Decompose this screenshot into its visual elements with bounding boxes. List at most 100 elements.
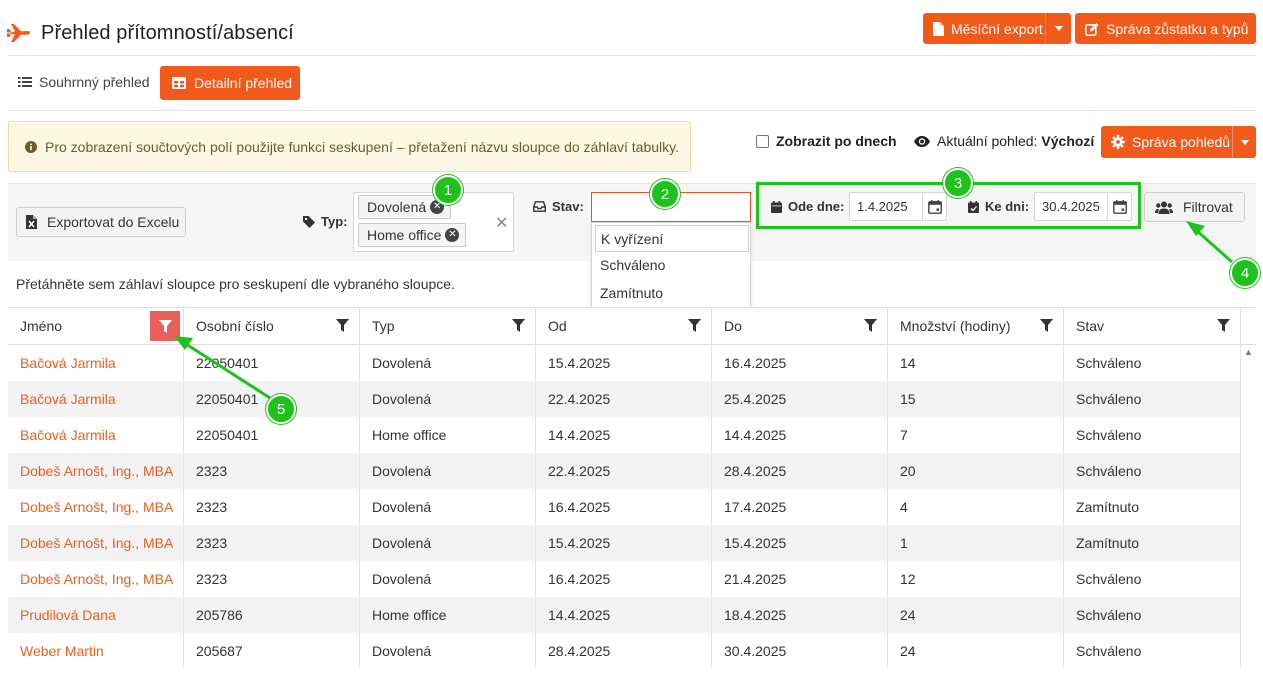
funnel-icon[interactable] (512, 319, 525, 335)
column-header-label: Typ (372, 318, 395, 334)
cell-personal-number: 2323 (184, 525, 360, 561)
type-multiselect[interactable]: Dovolená ✕ Home office ✕ (353, 192, 514, 252)
table-row[interactable]: Dobeš Arnošt, Ing., MBA 2323 Dovolená 15.4.… (8, 525, 1241, 561)
cell-type: Dovolená (360, 525, 536, 561)
scrollbar-up-arrow[interactable]: ▲ (1241, 345, 1256, 359)
calendar-icon (771, 200, 782, 213)
cell-from: 15.4.2025 (536, 525, 712, 561)
column-header-from[interactable]: Od (536, 308, 712, 344)
cell-from: 22.4.2025 (536, 381, 712, 417)
cell-hours: 1 (888, 525, 1064, 561)
remove-chip-icon[interactable]: ✕ (445, 228, 460, 242)
cell-to: 25.4.2025 (712, 381, 888, 417)
tab-summary[interactable]: Souhrnný přehled (18, 74, 150, 90)
table-row[interactable]: Dobeš Arnošt, Ing., MBA 2323 Dovolená 16.4.… (8, 489, 1241, 525)
inbox-icon (533, 201, 546, 212)
calendar-picker-icon[interactable] (922, 193, 946, 220)
column-header-label: Jméno (20, 318, 63, 334)
filter-button[interactable]: Filtrovat (1144, 192, 1245, 222)
annotation-badge-2: 2 (650, 179, 680, 209)
edit-icon (1085, 22, 1099, 36)
manage-views-button[interactable]: Správa pohledů (1101, 126, 1256, 158)
funnel-icon[interactable] (336, 319, 349, 335)
cell-hours: 20 (888, 453, 1064, 489)
info-message-text: Pro zobrazení součtových polí použijte f… (45, 138, 679, 155)
employee-name-link[interactable]: Dobeš Arnošt, Ing., MBA (8, 489, 184, 525)
table-row[interactable]: Bačová Jarmila 22050401 Home office 14.4.20… (8, 417, 1241, 453)
current-view-value: Výchozí (1041, 133, 1095, 149)
manage-balance-label: Správa zůstatku a typů (1106, 20, 1249, 37)
employee-name-link[interactable]: Dobeš Arnošt, Ing., MBA (8, 525, 184, 561)
cell-hours: 7 (888, 417, 1064, 453)
table-row[interactable]: Bačová Jarmila 22050401 Dovolená 15.4.2025 1… (8, 345, 1241, 381)
employee-name-link[interactable]: Weber Martin (8, 633, 184, 669)
table-row[interactable]: Dobeš Arnošt, Ing., MBA 2323 Dovolená 22.4.… (8, 453, 1241, 489)
cell-state: Schváleno (1064, 345, 1241, 381)
cell-from: 22.4.2025 (536, 453, 712, 489)
cell-type: Dovolená (360, 489, 536, 525)
annotation-badge-4: 4 (1230, 258, 1260, 288)
cell-hours: 15 (888, 381, 1064, 417)
export-excel-label: Exportovat do Excelu (47, 214, 180, 230)
state-option[interactable]: Schváleno (592, 251, 750, 278)
column-header-state[interactable]: Stav (1064, 308, 1241, 344)
monthly-export-button[interactable]: Měsíční export (923, 13, 1071, 44)
state-option[interactable]: K vyřízení (595, 225, 749, 252)
checkbox-box[interactable] (756, 134, 769, 148)
table-row[interactable]: Weber Martin 205687 Dovolená 28.4.2025 30.4.… (8, 633, 1241, 669)
employee-name-link[interactable]: Dobeš Arnošt, Ing., MBA (8, 453, 184, 489)
employee-name-link[interactable]: Dobeš Arnošt, Ing., MBA (8, 561, 184, 597)
funnel-icon[interactable] (688, 319, 701, 335)
from-date-label-text: Ode dne: (788, 199, 845, 214)
from-date-label: Ode dne: (771, 199, 844, 214)
column-header-to[interactable]: Do (712, 308, 888, 344)
calendar-picker-icon[interactable] (1107, 193, 1131, 220)
funnel-icon[interactable] (1040, 319, 1053, 335)
funnel-icon[interactable] (864, 319, 877, 335)
cell-from: 15.4.2025 (536, 345, 712, 381)
cell-state: Schváleno (1064, 561, 1241, 597)
to-date-input[interactable]: 30.4.2025 (1034, 192, 1132, 221)
employee-name-link[interactable]: Bačová Jarmila (8, 417, 184, 453)
show-by-days-checkbox[interactable]: Zobrazit po dnech (756, 133, 897, 149)
info-circle-icon (25, 140, 37, 153)
cell-type: Dovolená (360, 381, 536, 417)
column-header-personal-number[interactable]: Osobní číslo (184, 308, 360, 344)
export-excel-button[interactable]: Exportovat do Excelu (16, 207, 186, 237)
cell-hours: 24 (888, 633, 1064, 669)
tab-detail[interactable]: Detailní přehled (160, 66, 300, 100)
excel-file-icon (26, 215, 37, 229)
column-header-name[interactable]: Jméno (8, 308, 184, 344)
grid-header: Jméno Osobní číslo Typ Od Do Množství (h… (8, 307, 1256, 345)
cell-personal-number: 205786 (184, 597, 360, 633)
cell-type: Dovolená (360, 453, 536, 489)
manage-views-dropdown-toggle[interactable] (1232, 126, 1256, 158)
cell-to: 21.4.2025 (712, 561, 888, 597)
cell-personal-number: 205687 (184, 633, 360, 669)
tab-summary-label: Souhrnný přehled (39, 74, 150, 90)
table-row[interactable]: Bačová Jarmila 22050401 Dovolená 22.4.2025 2… (8, 381, 1241, 417)
employee-name-link[interactable]: Bačová Jarmila (8, 381, 184, 417)
state-option[interactable]: Zamítnuto (592, 279, 750, 306)
employee-name-link[interactable]: Bačová Jarmila (8, 345, 184, 381)
cell-from: 14.4.2025 (536, 417, 712, 453)
monthly-export-dropdown-toggle[interactable] (1045, 13, 1071, 44)
from-date-input[interactable]: 1.4.2025 (849, 192, 947, 221)
column-header-label: Do (724, 318, 742, 334)
column-header-type[interactable]: Typ (360, 308, 536, 344)
table-row[interactable]: Prudilová Dana 205786 Home office 14.4.2025… (8, 597, 1241, 633)
cell-type: Dovolená (360, 345, 536, 381)
clear-type-icon[interactable]: ✕ (495, 213, 508, 233)
cell-state: Schváleno (1064, 633, 1241, 669)
table-row[interactable]: Dobeš Arnošt, Ing., MBA 2323 Dovolená 16.4.… (8, 561, 1241, 597)
funnel-icon[interactable] (150, 311, 180, 341)
column-header-hours[interactable]: Množství (hodiny) (888, 308, 1064, 344)
funnel-icon[interactable] (1217, 319, 1230, 335)
cell-personal-number: 2323 (184, 489, 360, 525)
users-icon (1155, 201, 1173, 214)
cell-personal-number: 22050401 (184, 345, 360, 381)
cell-from: 28.4.2025 (536, 633, 712, 669)
employee-name-link[interactable]: Prudilová Dana (8, 597, 184, 633)
manage-balance-button[interactable]: Správa zůstatku a typů (1075, 13, 1256, 44)
state-dropdown: K vyřízení Schváleno Zamítnuto (591, 222, 751, 308)
